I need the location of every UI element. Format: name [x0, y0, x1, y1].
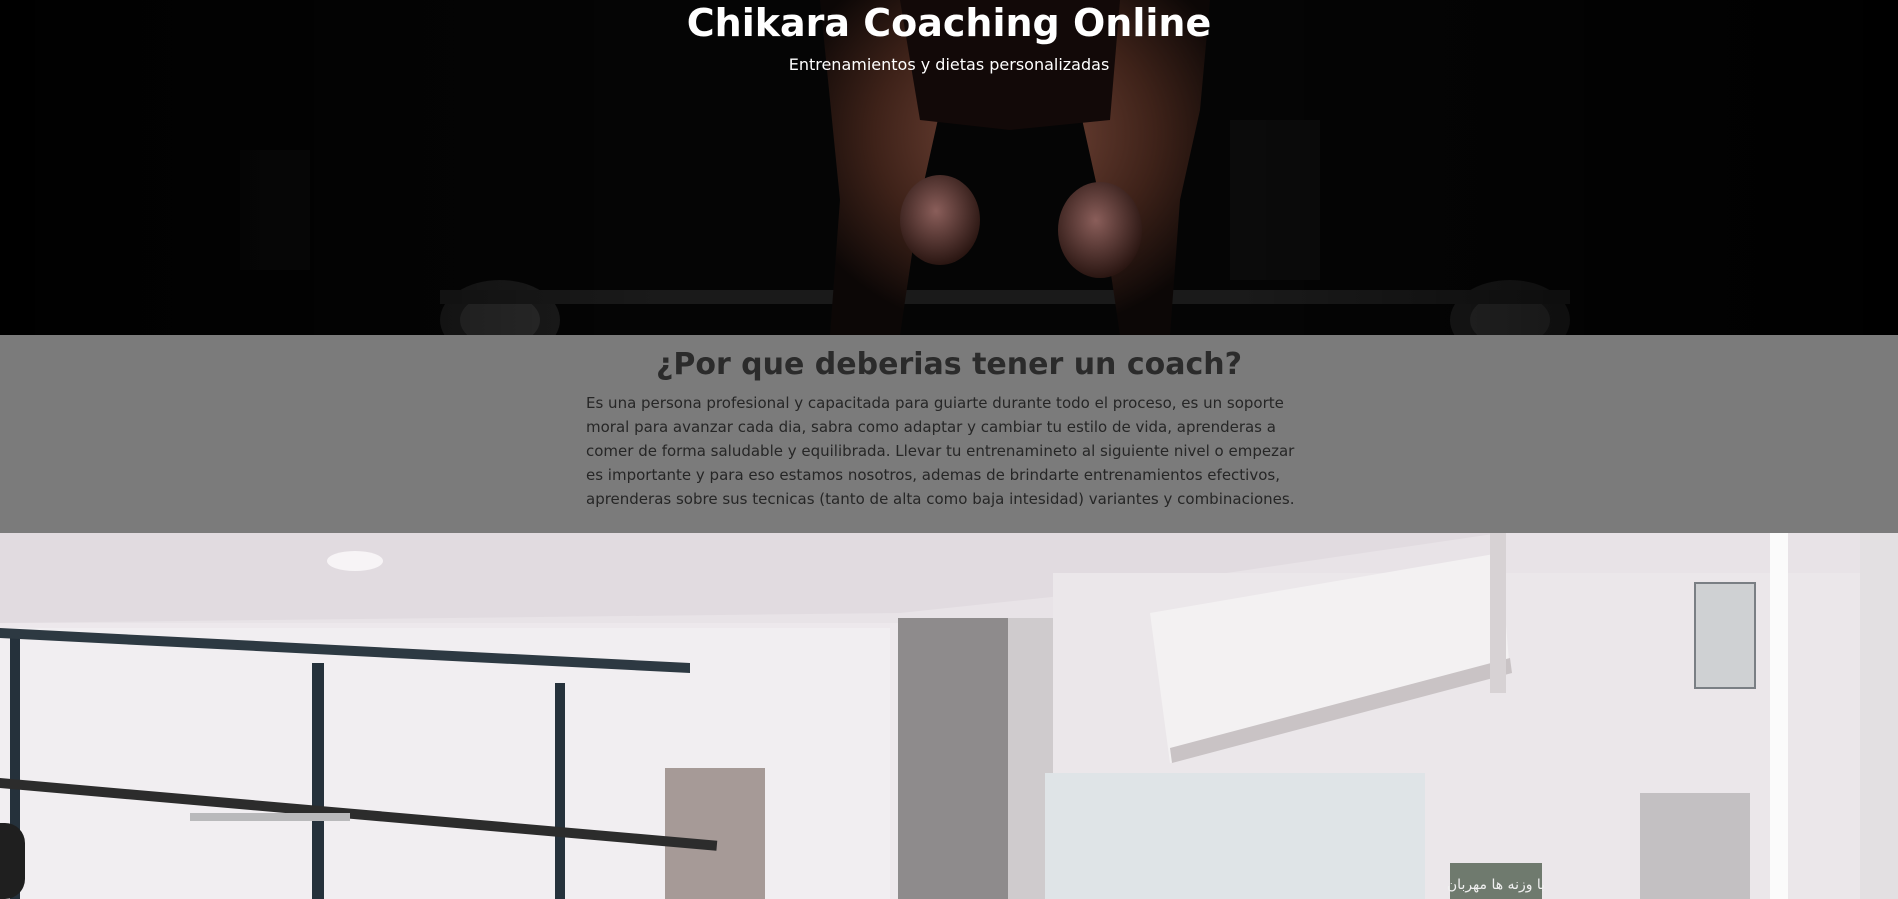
coach-section-body: Es una persona profesional y capacitada … [586, 394, 1295, 508]
gym-image-section: با وزنه ها مهربان [0, 533, 1898, 899]
gym-interior-image: با وزنه ها مهربان [0, 533, 1898, 899]
hero-banner: Chikara Coaching Online Entrenamientos y… [0, 0, 1898, 335]
site-subtitle: Entrenamientos y dietas personalizadas [788, 55, 1110, 74]
hero-background-image [0, 0, 1898, 335]
coach-section: ¿Por que deberias tener un coach? Es una… [0, 335, 1898, 533]
site-title: Chikara Coaching Online [686, 1, 1212, 45]
gym-wall-sign: با وزنه ها مهربان [1447, 877, 1545, 893]
coach-section-heading: ¿Por que deberias tener un coach? [655, 347, 1243, 382]
